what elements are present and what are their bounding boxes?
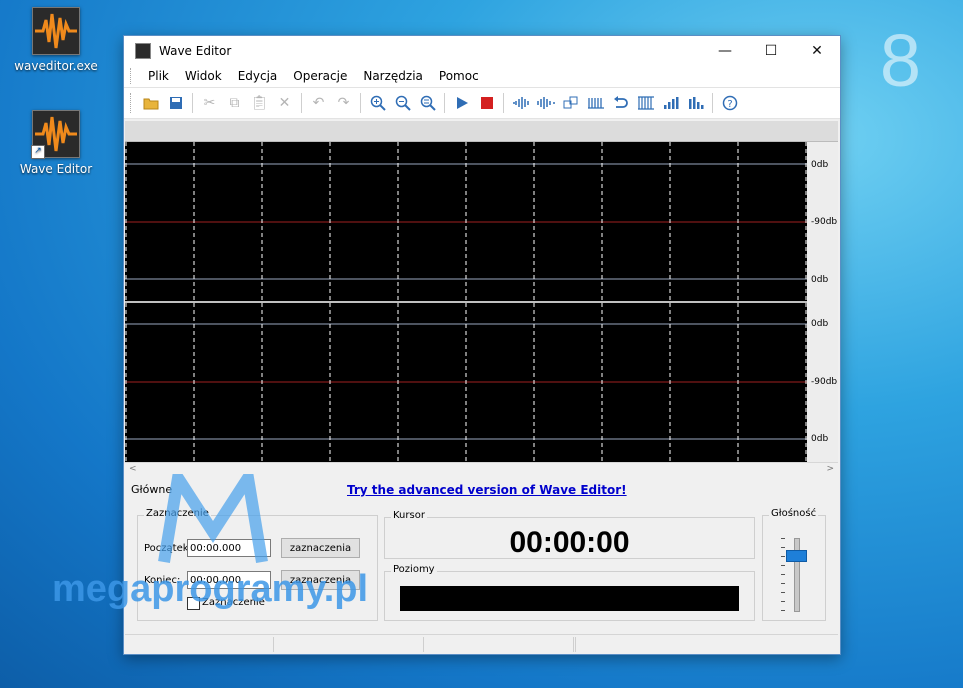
status-pane [275, 637, 424, 652]
waveform-view[interactable]: 0db -90db 0db 0db -90db 0db [125, 142, 838, 462]
zoom-out-icon[interactable] [390, 92, 415, 114]
spectrum-icon[interactable] [683, 92, 708, 114]
advanced-version-link[interactable]: Try the advanced version of Wave Editor! [347, 483, 627, 497]
toolbar-separator [192, 93, 193, 113]
corner-digit: 8 [879, 19, 921, 102]
open-folder-icon[interactable] [138, 92, 163, 114]
toolbar-separator [503, 93, 504, 113]
toolbar-separator [712, 93, 713, 113]
cut-icon[interactable]: ✂ [197, 92, 222, 114]
waveform-canvas[interactable] [125, 142, 838, 462]
maximize-button[interactable]: ☐ [748, 36, 794, 65]
copy-icon[interactable]: ⧉ [222, 92, 247, 114]
db-label: 0db [811, 160, 829, 170]
close-button[interactable]: ✕ [794, 36, 840, 65]
volume-slider-track[interactable] [794, 538, 800, 612]
menu-widok[interactable]: Widok [177, 69, 230, 83]
toolbar-separator [444, 93, 445, 113]
save-icon[interactable] [163, 92, 188, 114]
wave-editor-icon: ↗ [31, 110, 80, 159]
status-pane [125, 637, 274, 652]
volume-ticks [781, 538, 785, 612]
toolbar: ✂ ⧉ 📋︎ ✕ ↶ ↷ ? [124, 87, 840, 119]
cursor-legend: Kursor [391, 510, 427, 521]
status-pane [425, 637, 574, 652]
db-label: 0db [811, 275, 829, 285]
scroll-left-icon[interactable]: < [129, 464, 137, 474]
play-icon[interactable] [449, 92, 474, 114]
title-bar[interactable]: Wave Editor — ☐ ✕ [124, 36, 840, 65]
help-icon[interactable]: ? [717, 92, 742, 114]
status-pane [575, 637, 576, 652]
db-label: 0db [811, 434, 829, 444]
window-title: Wave Editor [159, 43, 232, 58]
volume-legend: Głośność [769, 508, 819, 519]
undo-icon[interactable]: ↶ [306, 92, 331, 114]
silence-icon[interactable] [633, 92, 658, 114]
volume-group: Głośność [762, 508, 826, 621]
desktop-icon-label: waveditor.exe [14, 59, 98, 73]
toolbar-grip[interactable] [130, 93, 134, 113]
toolbar-separator [360, 93, 361, 113]
amplify-icon[interactable] [583, 92, 608, 114]
menu-grip[interactable] [130, 68, 134, 84]
reverse-icon[interactable] [608, 92, 633, 114]
zoom-fit-icon[interactable] [415, 92, 440, 114]
level-meter [400, 586, 739, 611]
cursor-time-display: 00:00:00 [509, 526, 630, 559]
fade-in-icon[interactable] [508, 92, 533, 114]
menu-edycja[interactable]: Edycja [230, 69, 286, 83]
zoom-in-icon[interactable] [365, 92, 390, 114]
scroll-right-icon[interactable]: > [826, 464, 834, 474]
paste-icon[interactable]: 📋︎ [247, 92, 272, 114]
wave-file-icon [32, 7, 80, 55]
equalizer-icon[interactable] [658, 92, 683, 114]
levels-group: Poziomy [384, 564, 755, 621]
levels-legend: Poziomy [391, 564, 437, 575]
desktop-icon-wave-editor[interactable]: ↗ Wave Editor [11, 110, 101, 176]
menu-bar: Plik Widok Edycja Operacje Narzędzia Pom… [124, 65, 840, 87]
normalize-icon[interactable] [558, 92, 583, 114]
toolbar-separator [301, 93, 302, 113]
start-selection-button[interactable]: zaznaczenia [281, 538, 360, 558]
volume-slider-thumb[interactable] [786, 550, 807, 563]
svg-text:?: ? [727, 99, 732, 110]
minimize-button[interactable]: — [702, 36, 748, 65]
db-label: 0db [811, 319, 829, 329]
db-label: -90db [811, 217, 838, 227]
status-bar [125, 634, 838, 654]
menu-narzedzia[interactable]: Narzędzia [355, 69, 431, 83]
desktop-icon-label: Wave Editor [19, 162, 93, 176]
cursor-group: Kursor 00:00:00 [384, 510, 755, 559]
delete-icon[interactable]: ✕ [272, 92, 297, 114]
stop-icon[interactable] [474, 92, 499, 114]
desktop-icon-waveditor-exe[interactable]: waveditor.exe [11, 7, 101, 73]
menu-operacje[interactable]: Operacje [285, 69, 355, 83]
fade-out-icon[interactable] [533, 92, 558, 114]
watermark-logo [158, 474, 268, 563]
db-label: -90db [811, 377, 838, 387]
time-ruler[interactable] [125, 121, 838, 142]
shortcut-arrow-icon: ↗ [31, 145, 45, 159]
menu-pomoc[interactable]: Pomoc [431, 69, 487, 83]
watermark-text: megaprogramy.pl [52, 568, 369, 610]
redo-icon[interactable]: ↷ [331, 92, 356, 114]
menu-plik[interactable]: Plik [140, 69, 177, 83]
app-icon [135, 42, 151, 59]
